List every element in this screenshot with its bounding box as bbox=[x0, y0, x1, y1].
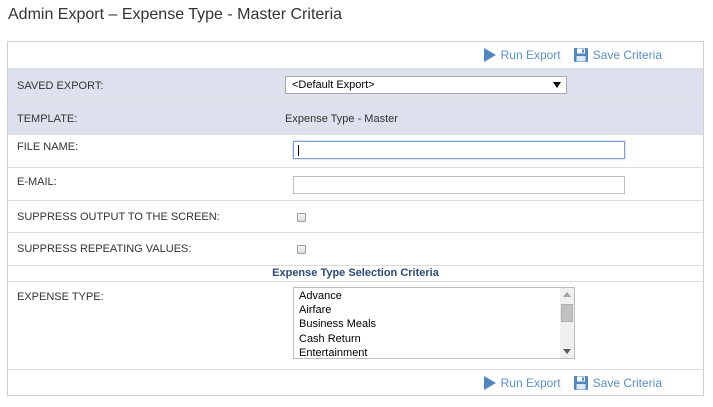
file-name-row: FILE NAME: bbox=[8, 134, 703, 167]
top-toolbar: Run Export Save Criteria bbox=[8, 42, 703, 68]
saved-export-select[interactable]: <Default Export> bbox=[285, 76, 567, 94]
list-item[interactable]: Business Meals bbox=[299, 317, 376, 331]
expense-type-listbox[interactable]: Advance Airfare Business Meals Cash Retu… bbox=[293, 287, 575, 359]
file-name-input[interactable] bbox=[293, 141, 625, 159]
suppress-repeating-checkbox[interactable] bbox=[297, 245, 306, 254]
expense-type-options: Advance Airfare Business Meals Cash Retu… bbox=[299, 289, 376, 358]
save-criteria-button-bottom[interactable]: Save Criteria bbox=[573, 375, 662, 391]
suppress-repeating-row: SUPPRESS REPEATING VALUES: bbox=[8, 232, 703, 265]
list-item[interactable]: Advance bbox=[299, 289, 376, 303]
scroll-up-arrow-icon[interactable] bbox=[563, 292, 571, 297]
saved-export-row: SAVED EXPORT: <Default Export> bbox=[8, 68, 703, 102]
play-icon bbox=[483, 48, 496, 62]
list-item[interactable]: Entertainment bbox=[299, 346, 376, 358]
save-criteria-button[interactable]: Save Criteria bbox=[573, 47, 662, 63]
chevron-down-icon bbox=[553, 82, 561, 88]
page-title: Admin Export – Expense Type - Master Cri… bbox=[8, 6, 343, 23]
list-item[interactable]: Cash Return bbox=[299, 332, 376, 346]
save-criteria-label: Save Criteria bbox=[592, 48, 662, 62]
run-export-button[interactable]: Run Export bbox=[483, 47, 561, 63]
save-disk-icon bbox=[573, 48, 588, 62]
bottom-toolbar: Run Export Save Criteria bbox=[8, 369, 703, 395]
suppress-repeating-label: SUPPRESS REPEATING VALUES: bbox=[17, 243, 192, 255]
listbox-scrollbar[interactable] bbox=[560, 288, 574, 358]
selection-criteria-header: Expense Type Selection Criteria bbox=[8, 265, 703, 281]
export-criteria-panel: Run Export Save Criteria SAVED EXPORT: <… bbox=[7, 41, 704, 396]
template-label: TEMPLATE: bbox=[17, 113, 78, 125]
suppress-output-label: SUPPRESS OUTPUT TO THE SCREEN: bbox=[17, 211, 220, 223]
saved-export-label: SAVED EXPORT: bbox=[17, 80, 104, 92]
run-export-label: Run Export bbox=[500, 48, 561, 62]
saved-export-selected-value: <Default Export> bbox=[292, 79, 375, 91]
email-input[interactable] bbox=[293, 176, 625, 194]
file-name-label: FILE NAME: bbox=[17, 141, 79, 153]
list-item[interactable]: Airfare bbox=[299, 303, 376, 317]
save-disk-icon bbox=[573, 375, 588, 390]
run-export-label: Run Export bbox=[500, 375, 561, 390]
email-label: E-MAIL: bbox=[17, 176, 57, 188]
suppress-output-row: SUPPRESS OUTPUT TO THE SCREEN: bbox=[8, 200, 703, 232]
save-criteria-label: Save Criteria bbox=[592, 375, 662, 390]
template-value: Expense Type - Master bbox=[285, 113, 398, 125]
scroll-down-arrow-icon[interactable] bbox=[563, 349, 571, 354]
text-caret bbox=[298, 145, 299, 156]
scrollbar-thumb[interactable] bbox=[561, 304, 573, 322]
suppress-output-checkbox[interactable] bbox=[297, 213, 306, 222]
run-export-button-bottom[interactable]: Run Export bbox=[483, 375, 561, 391]
expense-type-label: EXPENSE TYPE: bbox=[17, 291, 104, 303]
play-icon bbox=[483, 375, 496, 390]
email-row: E-MAIL: bbox=[8, 167, 703, 200]
template-row: TEMPLATE: Expense Type - Master bbox=[8, 102, 703, 134]
